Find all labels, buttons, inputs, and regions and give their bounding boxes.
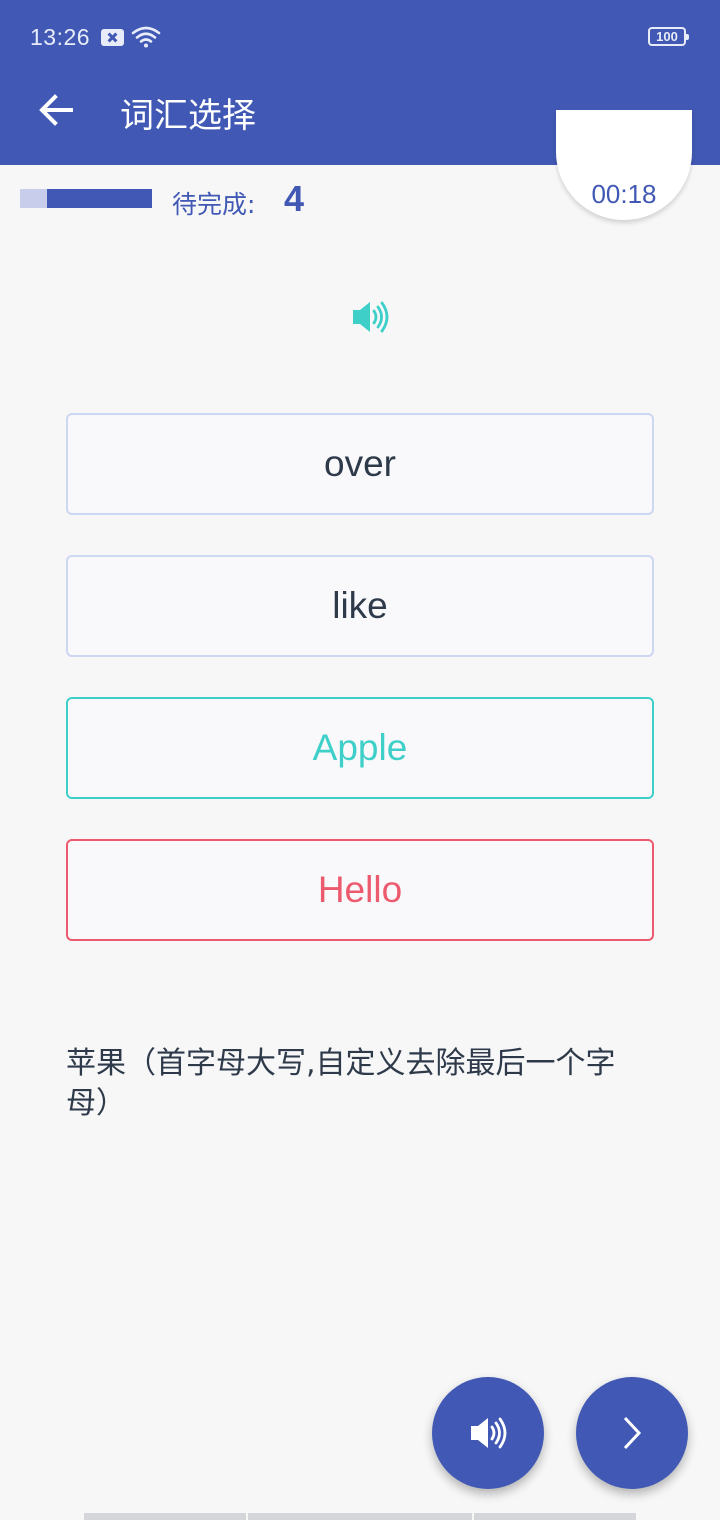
play-audio-button[interactable] (432, 1377, 544, 1489)
option-like[interactable]: like (66, 555, 654, 657)
bottom-divider (84, 1513, 246, 1520)
page-title: 词汇选择 (120, 96, 256, 136)
progress-bar-fill (47, 189, 152, 208)
battery-icon: 100 (648, 27, 689, 46)
next-button[interactable] (576, 1377, 688, 1489)
bottom-divider (248, 1513, 472, 1520)
bottom-divider (474, 1513, 636, 1520)
wifi-icon (131, 26, 161, 48)
status-time: 13:26 (30, 24, 91, 50)
option-over[interactable]: over (66, 413, 654, 515)
pending-count: 4 (284, 178, 305, 219)
speaker-icon[interactable] (351, 300, 389, 334)
speaker-icon (471, 1417, 507, 1449)
pending-label: 待完成: (172, 190, 256, 219)
word-definition: 苹果（首字母大写,自定义去除最后一个字母） (66, 1046, 616, 1121)
arrow-left-icon (39, 94, 73, 126)
status-bar: 13:26 100 (0, 0, 720, 72)
option-hello-wrong[interactable]: Hello (66, 839, 654, 941)
option-apple-correct[interactable]: Apple (66, 697, 654, 799)
timer-text: 00:18 (591, 179, 657, 209)
chevron-right-icon (623, 1416, 642, 1450)
back-button[interactable] (30, 84, 82, 136)
notification-x-icon (101, 29, 124, 46)
